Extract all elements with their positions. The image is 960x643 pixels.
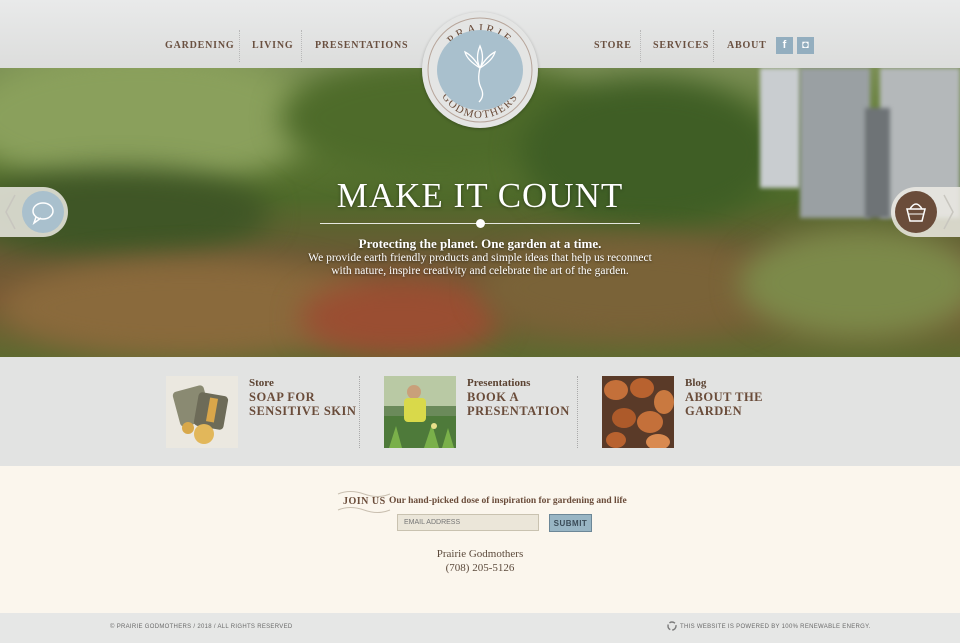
- join-us-label: JOIN US: [343, 496, 386, 507]
- join-us-text: Our hand-picked dose of inspiration for …: [389, 496, 627, 506]
- feature-category: Blog: [685, 377, 707, 389]
- feature-title[interactable]: ABOUT THE GARDEN: [685, 390, 805, 418]
- company-name: Prairie Godmothers: [436, 548, 524, 560]
- feature-category: Presentations: [467, 377, 531, 389]
- phone-number[interactable]: (708) 205-5126: [0, 562, 960, 574]
- nav-living[interactable]: LIVING: [252, 40, 293, 51]
- submit-button[interactable]: SUBMIT: [549, 514, 592, 532]
- basket-icon: [895, 191, 937, 233]
- facebook-icon[interactable]: f: [776, 37, 793, 54]
- nav-divider: [239, 30, 240, 62]
- speech-bubble-icon: [22, 191, 64, 233]
- copyright-text: © PRAIRIE GODMOTHERS / 2018 / ALL RIGHTS…: [110, 624, 293, 630]
- chevron-left-icon: [5, 194, 16, 230]
- feature-store[interactable]: Store SOAP FOR SENSITIVE SKIN: [166, 376, 356, 448]
- nav-gardening[interactable]: GARDENING: [165, 40, 234, 51]
- instagram-icon[interactable]: ◘: [797, 37, 814, 54]
- pots-thumbnail: [602, 376, 674, 450]
- store-side-button[interactable]: [891, 187, 960, 237]
- newsletter-section: JOIN US Our hand-picked dose of inspirat…: [0, 466, 960, 613]
- hero-divider-dot: [476, 219, 485, 228]
- feature-divider: [359, 376, 360, 448]
- presentation-thumbnail: [384, 376, 456, 448]
- site-footer: © PRAIRIE GODMOTHERS / 2018 / ALL RIGHTS…: [0, 613, 960, 643]
- features-section: Store SOAP FOR SENSITIVE SKIN Presentati…: [0, 357, 960, 466]
- nav-store[interactable]: STORE: [594, 40, 632, 51]
- feature-blog[interactable]: Blog ABOUT THE GARDEN: [602, 376, 792, 450]
- site-logo[interactable]: PRAIRIE GODMOTHERS: [422, 12, 538, 128]
- lotus-flower-icon: [464, 44, 496, 103]
- hero-description: We provide earth friendly products and s…: [308, 252, 652, 277]
- nav-presentations[interactable]: PRESENTATIONS: [315, 40, 408, 51]
- email-field[interactable]: [397, 514, 539, 531]
- hero-subtitle: Protecting the planet. One garden at a t…: [358, 236, 602, 251]
- feature-category: Store: [249, 377, 274, 389]
- hero-title: MAKE IT COUNT: [336, 176, 624, 215]
- logo-emblem: [437, 30, 523, 110]
- recycle-icon: [667, 621, 677, 631]
- feature-title[interactable]: SOAP FOR SENSITIVE SKIN: [249, 390, 369, 418]
- blog-side-button[interactable]: [0, 187, 68, 237]
- nav-services[interactable]: SERVICES: [653, 40, 709, 51]
- nav-divider: [713, 30, 714, 62]
- nav-divider: [301, 30, 302, 62]
- nav-about[interactable]: ABOUT: [727, 40, 767, 51]
- nav-divider: [640, 30, 641, 62]
- feature-title[interactable]: BOOK A PRESENTATION: [467, 390, 587, 418]
- chevron-right-icon: [943, 194, 954, 230]
- feature-presentations[interactable]: Presentations BOOK A PRESENTATION: [384, 376, 574, 448]
- feature-divider: [577, 376, 578, 448]
- soap-thumbnail: [166, 376, 238, 448]
- renewable-energy-text: THIS WEBSITE IS POWERED BY 100% RENEWABL…: [680, 624, 871, 630]
